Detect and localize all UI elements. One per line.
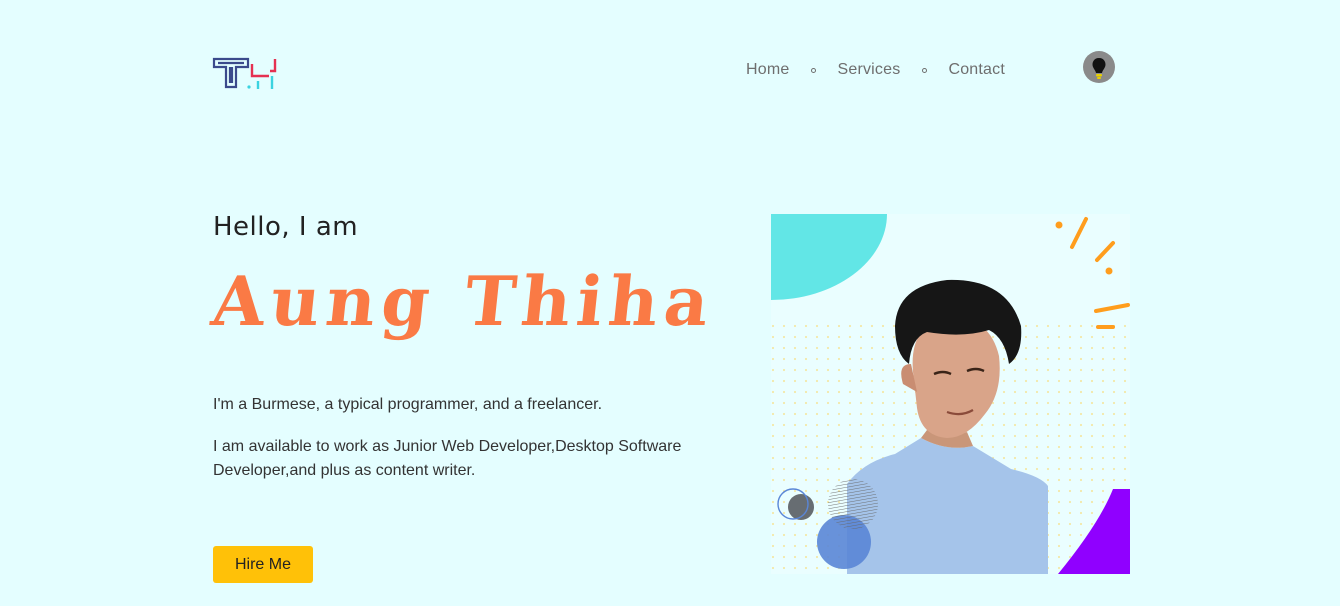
- nav-services[interactable]: Services: [837, 61, 900, 79]
- hero-name: Aung Thiha: [208, 262, 719, 342]
- nav-separator: [922, 67, 928, 73]
- nav-home[interactable]: Home: [746, 61, 789, 79]
- greeting-text: Hello, I am: [213, 212, 359, 242]
- nav-separator: [811, 67, 817, 73]
- bio-line: I'm a Burmese, a typical programmer, and…: [213, 396, 603, 413]
- theme-toggle-button[interactable]: [1083, 51, 1115, 83]
- logo-icon[interactable]: [212, 54, 282, 92]
- hero-illustration: [771, 214, 1130, 574]
- nav-contact[interactable]: Contact: [948, 61, 1005, 79]
- lightbulb-icon: [1092, 58, 1106, 79]
- main-nav: Home Services Contact: [746, 61, 1005, 79]
- hire-me-button[interactable]: Hire Me: [213, 546, 313, 583]
- bio-paragraph: I am available to work as Junior Web Dev…: [213, 438, 682, 479]
